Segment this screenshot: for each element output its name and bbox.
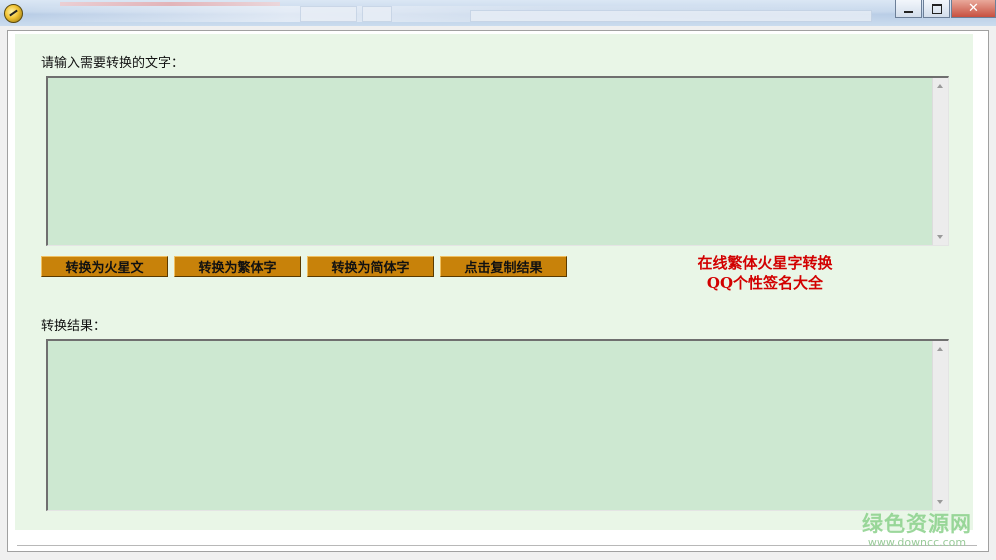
copy-result-button[interactable]: 点击复制结果 <box>440 256 567 277</box>
maximize-button[interactable] <box>923 0 950 18</box>
background-blur <box>362 6 392 22</box>
input-scrollbar[interactable] <box>932 78 948 245</box>
divider <box>17 545 977 546</box>
scroll-up-arrow-icon[interactable] <box>937 84 943 88</box>
close-button[interactable]: ✕ <box>951 0 996 18</box>
output-scrollbar[interactable] <box>932 341 948 510</box>
close-icon: ✕ <box>968 1 979 16</box>
to-traditional-button[interactable]: 转换为繁体字 <box>174 256 301 277</box>
scroll-down-arrow-icon[interactable] <box>937 235 943 239</box>
scroll-down-arrow-icon[interactable] <box>937 500 943 504</box>
background-blur <box>300 6 357 22</box>
input-textarea[interactable] <box>46 76 949 246</box>
watermark: 绿色资源网 www.downcc.com <box>855 508 979 549</box>
maximize-icon <box>931 3 942 14</box>
background-blur <box>470 10 872 22</box>
input-label: 请输入需要转换的文字： <box>41 56 185 71</box>
title-bar: ✕ <box>0 0 996 27</box>
to-simplified-button[interactable]: 转换为简体字 <box>307 256 434 277</box>
app-icon[interactable] <box>4 4 23 23</box>
scroll-up-arrow-icon[interactable] <box>937 347 943 351</box>
window-controls: ✕ <box>894 0 996 20</box>
promo-link-converter[interactable]: 在线繁体火星字转换 <box>665 253 865 274</box>
to-martian-button[interactable]: 转换为火星文 <box>41 256 168 277</box>
minimize-button[interactable] <box>895 0 922 18</box>
output-textarea[interactable] <box>46 339 949 511</box>
promo-link-signatures[interactable]: QQ个性签名大全 <box>665 273 865 294</box>
output-label: 转换结果： <box>41 319 107 334</box>
watermark-title: 绿色资源网 <box>862 512 972 536</box>
minimize-icon <box>904 10 913 13</box>
